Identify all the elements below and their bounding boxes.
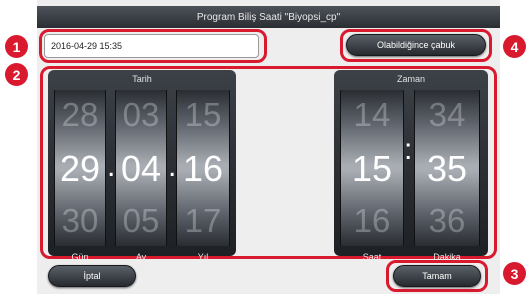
hour-value: 15 xyxy=(351,148,393,189)
cancel-button-label: İptal xyxy=(83,271,101,281)
minute-drum[interactable]: 34 35 36 xyxy=(414,90,480,246)
date-picker: Tarih 28 29 30 . 03 04 05 . 15 16 17 Gün… xyxy=(48,70,236,262)
time-separator: : xyxy=(404,133,413,166)
year-prev: 15 xyxy=(184,96,222,133)
day-prev: 28 xyxy=(61,96,99,133)
time-picker-title: Zaman xyxy=(396,74,425,84)
day-value: 29 xyxy=(59,148,101,189)
window-title: Program Biliş Saati "Biyopsi_cp" xyxy=(196,11,341,23)
month-value: 04 xyxy=(120,148,162,189)
year-drum[interactable]: 15 16 17 xyxy=(176,90,230,246)
month-drum[interactable]: 03 04 05 xyxy=(115,90,167,246)
minute-next: 36 xyxy=(428,202,466,239)
highlight-datetime-field xyxy=(39,29,267,63)
callout-badge-1: 1 xyxy=(5,35,28,58)
hour-next: 16 xyxy=(353,202,391,239)
year-label: Yıl xyxy=(197,252,209,262)
highlight-asap-button xyxy=(340,29,492,62)
cancel-button[interactable]: İptal xyxy=(48,265,136,287)
minute-value: 35 xyxy=(426,148,468,189)
day-label: Gün xyxy=(71,252,89,262)
time-picker: Zaman 14 15 16 : 34 35 36 Saat Dakika xyxy=(334,70,488,262)
month-label: Ay xyxy=(135,252,147,262)
callout-badge-2: 2 xyxy=(5,63,28,86)
hour-drum[interactable]: 14 15 16 xyxy=(340,90,404,246)
window-title-bar: Program Biliş Saati "Biyopsi_cp" xyxy=(37,6,500,28)
year-next: 17 xyxy=(184,202,222,239)
month-prev: 03 xyxy=(122,96,160,133)
year-value: 16 xyxy=(182,148,224,189)
month-next: 05 xyxy=(122,202,160,239)
highlight-done-button xyxy=(386,260,488,292)
callout-badge-3: 3 xyxy=(503,262,526,285)
hour-prev: 14 xyxy=(353,96,391,133)
date-picker-title: Tarih xyxy=(132,74,152,84)
day-next: 30 xyxy=(61,202,99,239)
callout-badge-4: 4 xyxy=(503,35,526,58)
minute-prev: 34 xyxy=(428,96,466,133)
day-drum[interactable]: 28 29 30 xyxy=(54,90,106,246)
